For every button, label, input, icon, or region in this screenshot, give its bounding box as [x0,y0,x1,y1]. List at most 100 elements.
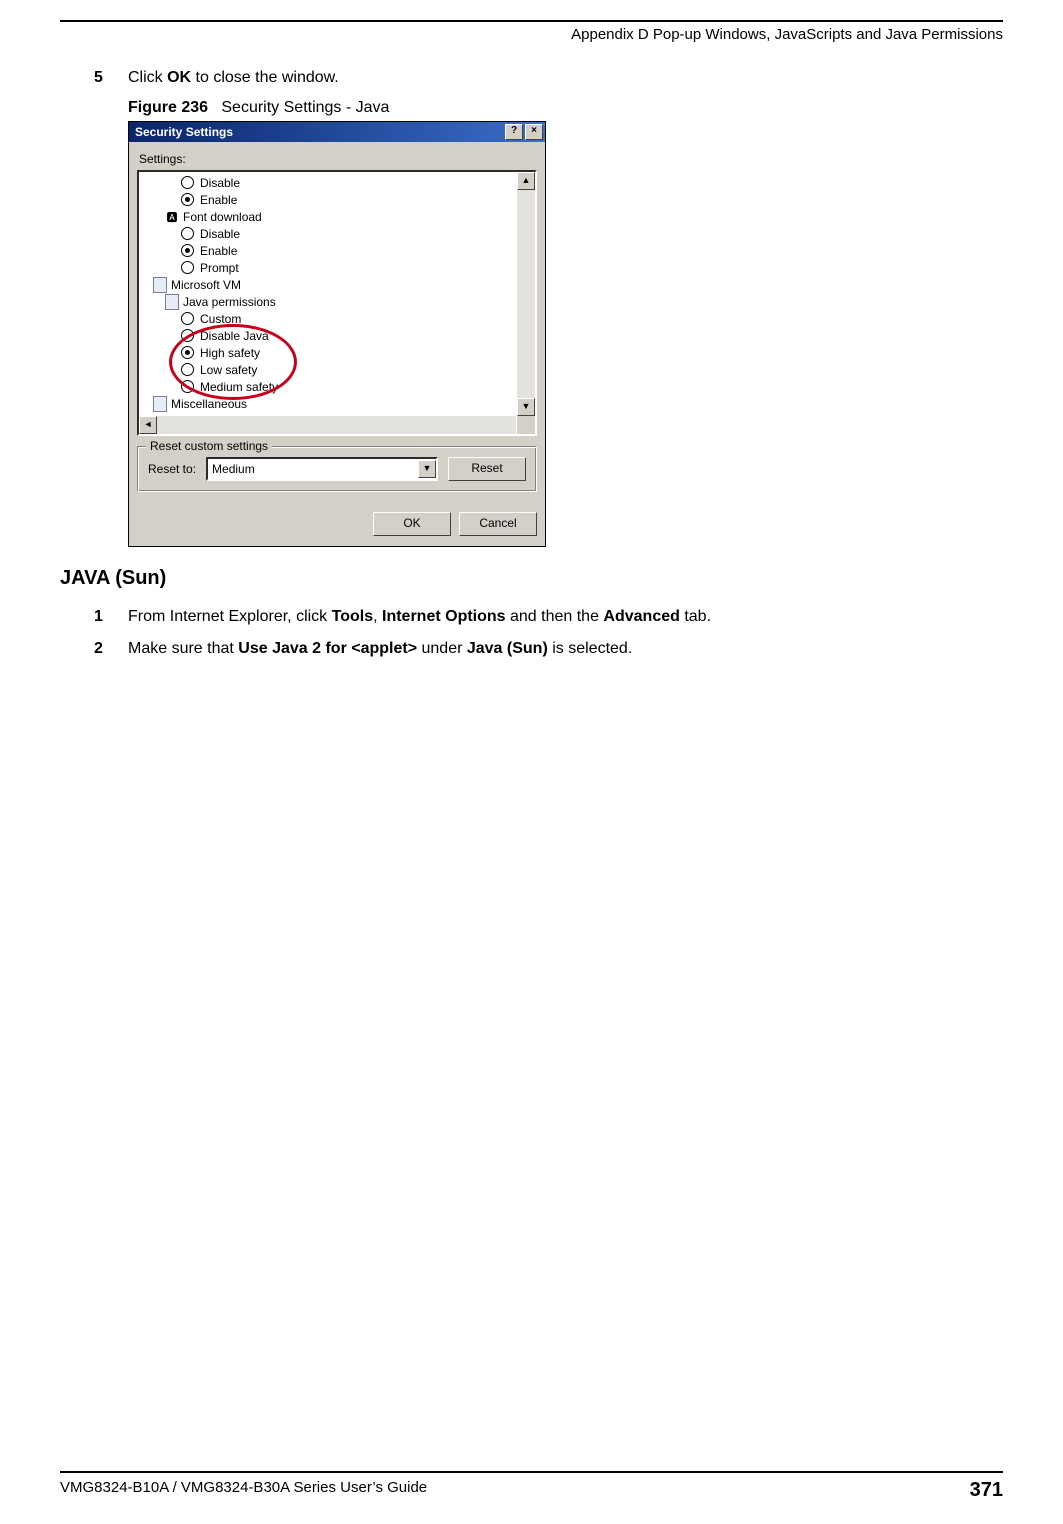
t: to close the window. [191,69,339,86]
reset-to-label: Reset to: [148,462,196,476]
tree-item[interactable]: Medium safety [143,378,513,395]
page-number: 371 [970,1479,1003,1502]
dialog-title: Security Settings [135,125,233,139]
b: Java (Sun) [467,640,548,657]
ok-bold: OK [167,69,191,86]
figure-caption: Figure 236 Security Settings - Java [128,99,1003,117]
security-settings-dialog-wrap: Security Settings ? × Settings: Disable … [128,121,546,547]
step-1: 1 From Internet Explorer, click Tools, I… [94,608,1003,626]
top-rule [60,20,1003,22]
b: Internet Options [382,608,506,625]
step-text: From Internet Explorer, click Tools, Int… [128,608,711,626]
radio-icon[interactable] [181,346,194,359]
footer-guide: VMG8324-B10A / VMG8324-B30A Series User’… [60,1479,427,1502]
dialog-titlebar[interactable]: Security Settings ? × [129,122,545,142]
help-icon[interactable]: ? [505,124,523,140]
figure-title: Security Settings - Java [221,99,389,116]
b: Use Java 2 for <applet> [238,640,417,657]
reset-custom-settings-group: Reset custom settings Reset to: Medium ▼… [137,446,537,492]
step-text: Click OK to close the window. [128,69,339,87]
scroll-track[interactable] [517,190,535,398]
security-settings-dialog: Security Settings ? × Settings: Disable … [128,121,546,547]
chevron-down-icon[interactable]: ▼ [418,460,436,478]
tree-label: Enable [200,193,237,207]
scroll-up-icon[interactable]: ▲ [517,172,535,190]
section-heading-java-sun: JAVA (Sun) [60,567,1003,590]
tree-item[interactable]: Disable [143,225,513,242]
tree-item[interactable]: Java permissions [143,293,513,310]
tree-label: Disable [200,227,240,241]
tree-item[interactable]: Miscellaneous [143,395,513,412]
misc-icon [153,396,167,412]
tree-item[interactable]: Prompt [143,259,513,276]
tree-label: Medium safety [200,380,278,394]
tree-label: Miscellaneous [171,397,247,411]
tree-item[interactable]: Disable [143,174,513,191]
tree-item[interactable]: Enable [143,191,513,208]
ok-button[interactable]: OK [373,512,451,536]
scroll-left-icon[interactable]: ◄ [139,416,157,434]
running-header: Appendix D Pop-up Windows, JavaScripts a… [60,26,1003,43]
tree-item[interactable]: Microsoft VM [143,276,513,293]
cancel-button[interactable]: Cancel [459,512,537,536]
group-legend: Reset custom settings [146,439,272,453]
step-number: 1 [94,608,128,626]
tree-label: Prompt [200,261,239,275]
radio-icon[interactable] [181,193,194,206]
scroll-down-icon[interactable]: ▼ [517,398,535,416]
tree-label: Low safety [200,363,257,377]
horizontal-scrollbar[interactable]: ◄ ► [139,416,535,434]
step-text: Make sure that Use Java 2 for <applet> u… [128,640,632,658]
reset-row: Reset to: Medium ▼ Reset [148,457,526,481]
close-icon[interactable]: × [525,124,543,140]
t: tab. [680,608,711,625]
tree-inner: Disable Enable 🅰Font download Disable En… [139,172,517,416]
t: Click [128,69,167,86]
radio-icon[interactable] [181,261,194,274]
tree-item[interactable]: Low safety [143,361,513,378]
tree-label: Custom [200,312,241,326]
combo-value: Medium [208,462,418,476]
scroll-track[interactable] [157,416,517,434]
tree-item[interactable]: Custom [143,310,513,327]
tree-item[interactable]: Enable [143,242,513,259]
t: Make sure that [128,640,238,657]
vertical-scrollbar[interactable]: ▲ ▼ [517,172,535,416]
radio-icon[interactable] [181,380,194,393]
radio-icon[interactable] [181,227,194,240]
radio-icon[interactable] [181,329,194,342]
tree-label: Java permissions [183,295,276,309]
tree-label: High safety [200,346,260,360]
tree-label: Microsoft VM [171,278,241,292]
tree-item[interactable]: Disable Java [143,327,513,344]
tree-item[interactable]: 🅰Font download [143,208,513,225]
t: is selected. [548,640,632,657]
settings-label: Settings: [139,152,537,166]
reset-button[interactable]: Reset [448,457,526,481]
radio-icon[interactable] [181,363,194,376]
b: Advanced [603,608,679,625]
step-number: 5 [94,69,128,87]
titlebar-buttons: ? × [505,124,545,140]
page: Appendix D Pop-up Windows, JavaScripts a… [0,0,1063,1524]
radio-icon[interactable] [181,312,194,325]
tree-label: Enable [200,244,237,258]
step-number: 2 [94,640,128,658]
tree-label: Disable [200,176,240,190]
reset-to-combo[interactable]: Medium ▼ [206,457,438,481]
b: Tools [332,608,373,625]
java-permissions-icon [165,294,179,310]
page-footer: VMG8324-B10A / VMG8324-B30A Series User’… [60,1471,1003,1502]
radio-icon[interactable] [181,244,194,257]
dialog-footer: OK Cancel [129,502,545,546]
step-5: 5 Click OK to close the window. [94,69,1003,87]
scrollbar-corner [516,416,535,434]
t: under [417,640,467,657]
figure-label: Figure 236 [128,99,208,116]
settings-tree[interactable]: Disable Enable 🅰Font download Disable En… [137,170,537,436]
tree-label: Font download [183,210,262,224]
step-2: 2 Make sure that Use Java 2 for <applet>… [94,640,1003,658]
tree-item[interactable]: High safety [143,344,513,361]
t: and then the [506,608,604,625]
radio-icon[interactable] [181,176,194,189]
